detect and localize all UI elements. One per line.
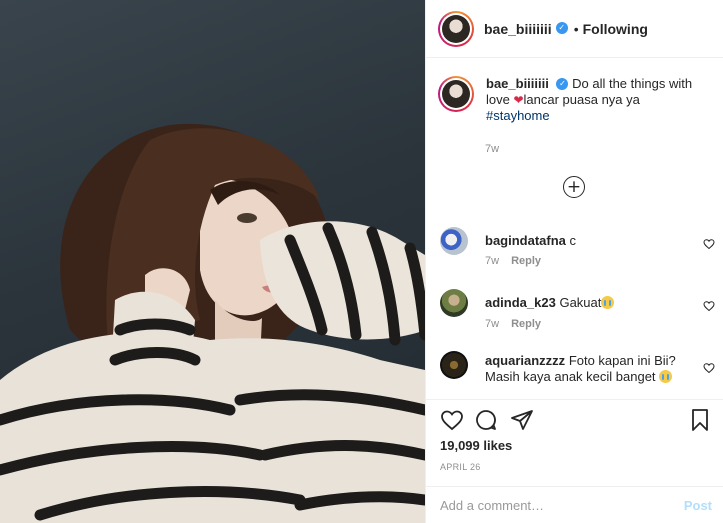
header-separator: • (573, 20, 579, 37)
comment-input[interactable] (440, 497, 684, 513)
comment-username[interactable]: adinda_k23 (485, 295, 556, 310)
comments-section: bae_biiiiiii ✓ Do all the things with lo… (426, 59, 723, 399)
comment-avatar[interactable] (440, 227, 468, 255)
comment-username[interactable]: bagindatafna (485, 233, 566, 248)
heart-icon[interactable] (440, 408, 464, 432)
comment-body: bagindatafna c (485, 233, 685, 249)
add-comment-bar: Post (426, 486, 723, 523)
comment-text: c (569, 233, 577, 248)
comment-text: Gakuat (559, 295, 602, 310)
heart-emoji: ❤ (513, 93, 524, 107)
add-circle-icon[interactable]: + (563, 176, 585, 198)
reply-button[interactable]: Reply (511, 255, 541, 267)
post-comment-button[interactable]: Post (684, 498, 712, 513)
story-ring[interactable] (438, 10, 474, 47)
verified-badge-icon: ✓ (555, 21, 568, 34)
caption-text: bae_biiiiiii ✓ Do all the things with lo… (486, 76, 704, 124)
comment-avatar[interactable] (440, 351, 468, 379)
verified-badge-icon: ✓ (556, 77, 569, 90)
caption: bae_biiiiiii ✓ Do all the things with lo… (438, 76, 713, 124)
post-side-panel: bae_biiiiiii ✓ • Following bae_biiiiiii … (425, 0, 723, 523)
comment-meta: 7w Reply (485, 255, 541, 267)
caption-story-ring[interactable] (438, 76, 474, 112)
comment-icon[interactable] (474, 408, 498, 432)
instagram-post: bae_biiiiiii ✓ • Following bae_biiiiiii … (0, 0, 723, 523)
comment-body: aquarianzzzz Foto kapan ini Bii? Masih k… (485, 353, 685, 385)
comment-username[interactable]: aquarianzzzz (485, 353, 565, 368)
share-icon[interactable] (510, 408, 534, 432)
caption-body-2: lancar puasa nya ya (523, 92, 640, 107)
post-photo[interactable] (0, 0, 425, 523)
caption-username[interactable]: bae_biiiiiii (486, 76, 549, 91)
header-username[interactable]: bae_biiiiiii (484, 21, 552, 37)
comment-like-heart-icon[interactable] (703, 238, 715, 250)
following-button[interactable]: Following (583, 21, 648, 37)
post-header: bae_biiiiiii ✓ • Following (426, 0, 723, 58)
comment-like-heart-icon[interactable] (703, 362, 715, 374)
reply-button[interactable]: Reply (511, 318, 541, 330)
hashtag-link[interactable]: #stayhome (486, 108, 550, 123)
crying-face-emoji (601, 296, 615, 309)
comment-avatar[interactable] (440, 289, 468, 317)
caption-avatar[interactable] (442, 80, 470, 108)
comment-time[interactable]: 7w (485, 318, 499, 330)
post-actions: 19,099 likes APRIL 26 (426, 399, 723, 485)
likes-count[interactable]: 19,099 likes (440, 438, 512, 453)
crying-face-emoji (659, 370, 673, 383)
comment-like-heart-icon[interactable] (703, 300, 715, 312)
photo-illustration (0, 123, 425, 523)
avatar[interactable] (442, 14, 470, 43)
caption-time[interactable]: 7w (485, 143, 499, 155)
bookmark-icon[interactable] (688, 408, 712, 432)
comment-time[interactable]: 7w (485, 255, 499, 267)
comment-meta: 7w Reply (485, 318, 541, 330)
comment-body: adinda_k23 Gakuat (485, 295, 685, 311)
post-date[interactable]: APRIL 26 (440, 462, 481, 472)
